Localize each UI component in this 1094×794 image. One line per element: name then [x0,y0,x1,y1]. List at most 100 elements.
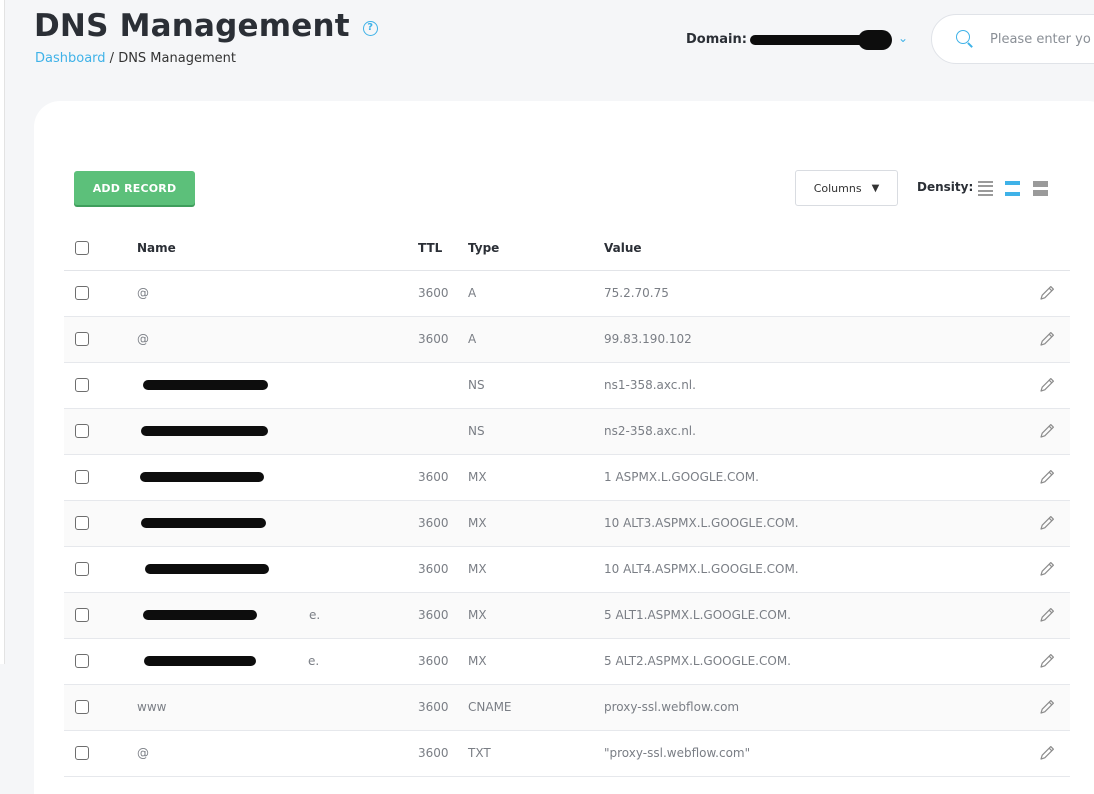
record-name-cell [137,408,418,455]
pencil-icon[interactable] [1038,698,1056,716]
select-all-checkbox[interactable] [75,241,89,255]
row-select-cell [64,362,137,409]
dns-records-table: Name TTL Type Value @3600 A 75.2.70.75 @360… [64,226,1070,777]
record-type: MX [468,592,604,639]
column-header-value[interactable]: Value [604,226,1005,271]
table-row: 3600 MX 1 ASPMX.L.GOOGLE.COM. [64,454,1070,501]
columns-button[interactable]: Columns ▼ [795,170,898,206]
record-name: @ [137,286,149,300]
record-ttl: 3600 [418,454,468,501]
pencil-icon[interactable] [1038,652,1056,670]
search-box[interactable] [931,14,1094,64]
record-value: ns1-358.axc.nl. [604,362,1005,409]
row-checkbox[interactable] [75,700,89,715]
record-name-cell: @ [137,730,418,777]
record-value: 10 ALT3.ASPMX.L.GOOGLE.COM. [604,500,1005,547]
record-name-cell [137,500,418,547]
caret-down-icon: ▼ [871,182,880,194]
breadcrumb-dashboard-link[interactable]: Dashboard [35,51,106,66]
name-redaction [143,379,268,390]
record-type: TXT [468,730,604,777]
record-value: 5 ALT2.ASPMX.L.GOOGLE.COM. [604,638,1005,685]
pencil-icon[interactable] [1038,514,1056,532]
column-header-ttl[interactable]: TTL [418,226,468,271]
column-header-actions [1004,226,1070,271]
pencil-icon[interactable] [1038,744,1056,762]
table-row: NS ns2-358.axc.nl. [64,408,1070,455]
domain-select[interactable] [750,30,892,50]
record-ttl: 3600 [418,592,468,639]
record-type: MX [468,454,604,501]
pencil-icon[interactable] [1038,284,1056,302]
row-checkbox[interactable] [75,378,89,393]
domain-redaction-blob [858,30,892,50]
pencil-icon[interactable] [1038,330,1056,348]
pencil-icon[interactable] [1038,376,1056,394]
record-ttl: 3600 [418,270,468,317]
name-redaction [144,655,256,666]
record-ttl: 3600 [418,730,468,777]
density-comfortable-icon[interactable] [1033,181,1048,196]
row-select-cell [64,730,137,777]
help-icon[interactable]: ? [362,20,378,36]
row-checkbox[interactable] [75,516,89,531]
page-title-text: DNS Management [34,8,350,44]
table-row: @3600 A 99.83.190.102 [64,316,1070,363]
record-name-cell [137,454,418,501]
record-type: A [468,270,604,317]
name-redaction [143,609,257,620]
edit-cell [1004,638,1070,685]
name-redaction [145,563,269,574]
record-name: @ [137,332,149,346]
density-compact-icon[interactable] [978,181,993,196]
record-value: 10 ALT4.ASPMX.L.GOOGLE.COM. [604,546,1005,593]
column-header-name[interactable]: Name [137,226,418,271]
record-ttl [418,408,468,455]
pencil-icon[interactable] [1038,606,1056,624]
table-row: www 3600 CNAME proxy-ssl.webflow.com [64,684,1070,731]
row-select-cell [64,270,137,317]
record-value: 99.83.190.102 [604,316,1005,363]
record-value: ns2-358.axc.nl. [604,408,1005,455]
chevron-down-icon[interactable]: ⌄ [898,31,908,45]
record-value: "proxy-ssl.webflow.com" [604,730,1005,777]
table-row: e. 3600 MX 5 ALT2.ASPMX.L.GOOGLE.COM. [64,638,1070,685]
row-select-cell [64,684,137,731]
search-icon[interactable] [956,30,974,48]
row-checkbox[interactable] [75,608,89,623]
pencil-icon[interactable] [1038,468,1056,486]
record-name-cell: e. [137,592,418,639]
record-name-cell: www [137,684,418,731]
table-row: e. 3600 MX 5 ALT1.ASPMX.L.GOOGLE.COM. [64,592,1070,639]
row-checkbox[interactable] [75,746,89,761]
density-standard-icon[interactable] [1005,181,1020,196]
edit-cell [1004,684,1070,731]
name-redaction [141,425,268,436]
record-name-cell: @ [137,316,418,363]
row-checkbox[interactable] [75,562,89,577]
record-ttl: 3600 [418,638,468,685]
record-ttl: 3600 [418,500,468,547]
select-all-cell [64,226,137,271]
record-ttl [418,362,468,409]
breadcrumb-separator: / [105,51,119,66]
column-header-type[interactable]: Type [468,226,604,271]
row-checkbox[interactable] [75,286,89,301]
row-checkbox[interactable] [75,654,89,669]
row-checkbox[interactable] [75,332,89,347]
record-type: NS [468,408,604,455]
row-checkbox[interactable] [75,424,89,439]
row-checkbox[interactable] [75,470,89,485]
row-select-cell [64,316,137,363]
record-name-cell [137,362,418,409]
edit-cell [1004,500,1070,547]
pencil-icon[interactable] [1038,422,1056,440]
record-ttl: 3600 [418,546,468,593]
record-value: 5 ALT1.ASPMX.L.GOOGLE.COM. [604,592,1005,639]
add-record-button[interactable]: ADD RECORD [74,171,195,205]
record-type: MX [468,546,604,593]
pencil-icon[interactable] [1038,560,1056,578]
name-redaction [140,471,264,482]
record-type: MX [468,638,604,685]
search-input[interactable] [990,31,1094,47]
